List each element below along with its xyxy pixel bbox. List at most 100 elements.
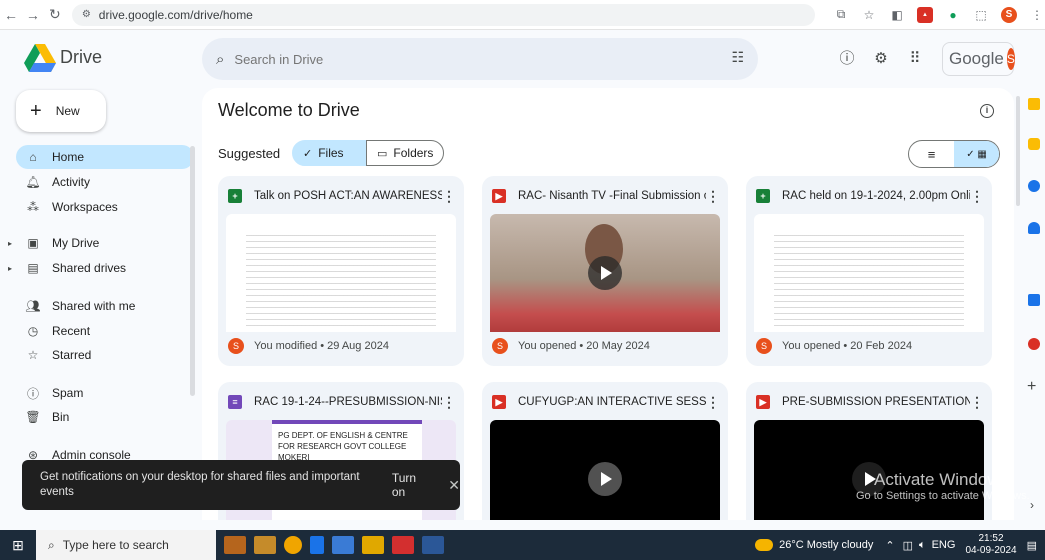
drive-logo-icon[interactable] — [24, 44, 56, 72]
google-account-box[interactable]: Google S — [942, 42, 1015, 76]
bluetooth-icon[interactable] — [310, 536, 324, 554]
more-options-icon[interactable]: ⋮ — [970, 394, 984, 411]
more-options-icon[interactable]: ⋮ — [970, 188, 984, 205]
drive-extension-icon[interactable]: ▲ — [916, 6, 933, 23]
file-thumbnail[interactable] — [490, 214, 720, 332]
word-icon[interactable] — [422, 536, 444, 554]
grid-view-button[interactable]: ✓ ▦ — [954, 141, 999, 167]
windows-start-icon[interactable]: ⊞ — [0, 537, 36, 554]
sidebar-item-shared-with-me[interactable]: 👥︎ Shared with me — [16, 294, 194, 318]
sidebar-item-bin[interactable]: 🗑︎ Bin — [16, 405, 194, 429]
reload-icon[interactable]: ↻ — [44, 6, 66, 23]
search-icon[interactable]: ⌕ — [216, 51, 224, 68]
play-icon[interactable] — [588, 462, 622, 496]
sidebar-item-recent[interactable]: ◷ Recent — [16, 319, 194, 343]
activate-windows-title: Activate Windows — [874, 470, 1009, 489]
taskbar-app-photo2-icon[interactable] — [254, 536, 276, 554]
sidebar-item-activity[interactable]: 🔔︎ Activity — [16, 170, 194, 194]
avatar[interactable]: S — [1006, 48, 1015, 70]
more-options-icon[interactable]: ⋮ — [706, 394, 720, 411]
play-icon[interactable] — [588, 256, 622, 290]
taskbar-app-icon[interactable] — [332, 536, 354, 554]
tray-chevron-icon[interactable]: ⌃ — [885, 539, 894, 552]
file-explorer-icon[interactable] — [362, 536, 384, 554]
language-label[interactable]: ENG — [932, 539, 956, 551]
help-icon[interactable]: ⓘ — [838, 50, 856, 68]
file-thumbnail[interactable] — [754, 214, 984, 332]
sidebar-item-spam[interactable]: ⓘ Spam — [16, 381, 194, 405]
extension-icon[interactable]: ◧ — [889, 7, 905, 23]
card-header: ▶ PRE-SUBMISSION PRESENTATION -R... ⋮ — [756, 392, 984, 412]
clock[interactable]: 21:52 04-09-2024 — [965, 533, 1016, 557]
install-app-icon[interactable]: ⧉ — [833, 7, 849, 23]
file-card[interactable]: ▶ RAC- Nisanth TV -Final Submission of..… — [482, 176, 728, 366]
sidebar-item-my-drive[interactable]: ▸ ▣ My Drive — [8, 231, 194, 255]
list-view-button[interactable]: ≡ — [909, 141, 954, 167]
file-name: RAC held on 19-1-2024, 2.00pm Onlin... — [782, 190, 970, 202]
chrome-icon[interactable] — [284, 536, 302, 554]
new-button[interactable]: + New — [16, 90, 106, 132]
page-title: Welcome to Drive — [218, 100, 360, 120]
search-bar[interactable]: ⌕ ☷ — [202, 38, 758, 80]
file-card[interactable]: + Talk on POSH ACT:AN AWARENESS b... ⋮ S… — [218, 176, 464, 366]
main-scrollbar[interactable] — [1016, 96, 1020, 206]
weather-text[interactable]: 26°C Mostly cloudy — [779, 539, 873, 551]
card-header: + Talk on POSH ACT:AN AWARENESS b... ⋮ — [228, 186, 456, 206]
app-name[interactable]: Drive — [60, 47, 102, 68]
calendar-icon[interactable] — [1028, 98, 1040, 110]
network-icon[interactable]: ◫ — [903, 539, 913, 552]
sidebar-item-starred[interactable]: ☆ Starred — [16, 343, 194, 367]
more-options-icon[interactable]: ⋮ — [442, 188, 456, 205]
files-filter-chip[interactable]: ✓ Files — [292, 140, 366, 166]
notification-center-icon[interactable]: ▤ — [1027, 539, 1037, 552]
addon-icon[interactable] — [1028, 338, 1040, 350]
file-card[interactable]: + RAC held on 19-1-2024, 2.00pm Onlin...… — [746, 176, 992, 366]
keep-icon[interactable] — [1028, 138, 1040, 150]
apps-icon[interactable]: ⠿ — [906, 50, 924, 68]
taskbar-app-photo-icon[interactable] — [224, 536, 246, 554]
address-bar[interactable]: ⚙ drive.google.com/drive/home — [71, 3, 815, 26]
folders-filter-chip[interactable]: ▭ Folders — [366, 140, 444, 166]
search-input[interactable] — [234, 51, 695, 67]
file-thumbnail[interactable] — [226, 214, 456, 332]
expand-caret-icon[interactable]: ▸ — [8, 239, 12, 248]
file-card[interactable]: ▶ CUFYUGP:AN INTERACTIVE SESSION ... ⋮ — [482, 382, 728, 520]
info-icon[interactable]: i — [980, 104, 994, 118]
search-options-icon[interactable]: ☷ — [731, 49, 744, 66]
site-info-icon[interactable]: ⚙ — [82, 9, 91, 20]
file-name: RAC 19-1-24--PRESUBMISSION-NISA... — [254, 396, 442, 408]
workspace-addon-icon[interactable] — [1028, 294, 1040, 306]
acrobat-icon[interactable] — [392, 536, 414, 554]
activity-text: You opened • 20 May 2024 — [518, 340, 650, 352]
taskbar-search[interactable]: ⌕ Type here to search — [36, 530, 216, 560]
taskbar-search-placeholder: Type here to search — [62, 538, 169, 552]
bell-icon: 🔔︎ — [25, 175, 41, 189]
sidebar-item-shared-drives[interactable]: ▸ ▤ Shared drives — [8, 256, 194, 280]
close-icon[interactable]: ✕ — [448, 477, 460, 494]
add-addon-icon[interactable]: + — [1027, 378, 1036, 396]
tasks-icon[interactable] — [1028, 180, 1040, 192]
turn-on-button[interactable]: Turn on — [392, 471, 432, 499]
sidebar-item-workspaces[interactable]: ⁂ Workspaces — [16, 195, 194, 219]
expand-panel-icon[interactable]: › — [1030, 498, 1034, 512]
contacts-icon[interactable] — [1028, 222, 1040, 234]
browser-profile-icon[interactable]: S — [1000, 6, 1017, 23]
sidebar-item-home[interactable]: ⌂ Home — [16, 145, 194, 169]
back-icon[interactable]: ← — [0, 7, 22, 23]
forward-icon[interactable]: → — [22, 7, 44, 23]
app-header: Drive ⌕ ☷ ⓘ ⚙ ⠿ Google S — [0, 30, 1045, 88]
settings-icon[interactable]: ⚙ — [872, 50, 890, 68]
weather-icon[interactable] — [755, 539, 774, 551]
extensions-puzzle-icon[interactable]: ⬚ — [973, 7, 989, 23]
sidebar-scrollbar[interactable] — [190, 146, 195, 396]
file-thumbnail[interactable] — [490, 420, 720, 520]
extension-green-icon[interactable]: ● — [945, 7, 961, 23]
expand-caret-icon[interactable]: ▸ — [8, 264, 12, 273]
more-options-icon[interactable]: ⋮ — [706, 188, 720, 205]
plus-icon: + — [30, 100, 42, 122]
bookmark-star-icon[interactable]: ☆ — [861, 7, 877, 23]
avatar: S — [228, 338, 244, 354]
browser-menu-icon[interactable]: ⋮ — [1029, 7, 1045, 23]
volume-icon[interactable]: 🔈︎ — [919, 539, 926, 552]
more-options-icon[interactable]: ⋮ — [442, 394, 456, 411]
